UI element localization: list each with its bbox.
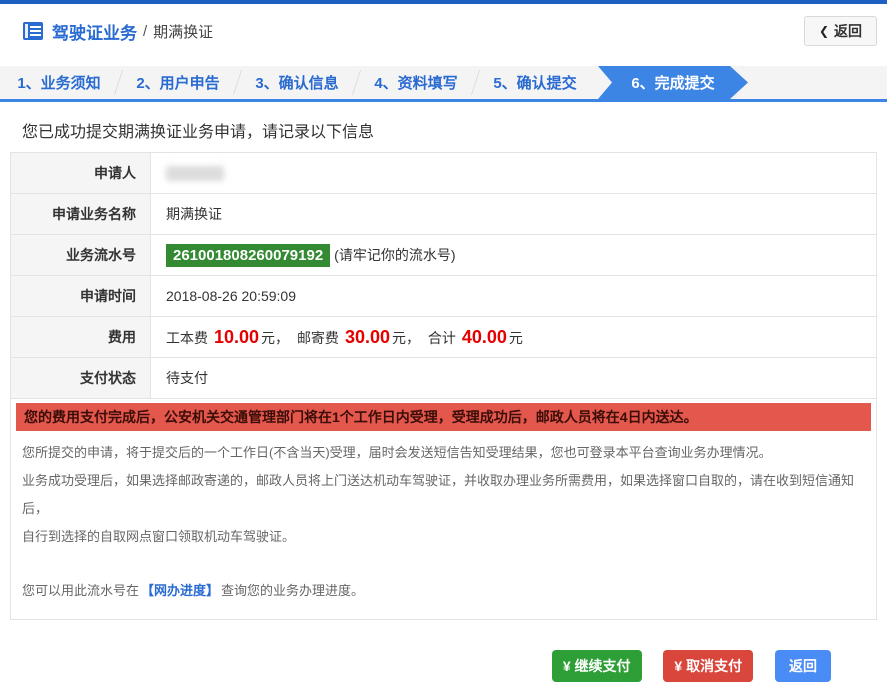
- table-row-serial-number: 业务流水号 261001808260079192 (请牢记你的流水号): [10, 234, 877, 276]
- fee-value: 工本费 10.00 元， 邮寄费 30.00 元， 合计 40.00 元: [150, 316, 877, 358]
- step-2-user-declaration: 2、用户申告: [136, 75, 220, 92]
- notice-paragraph-1: 您所提交的申请，将于提交后的一个工作日(不含当天)受理，届时会发送短信告知受理结…: [22, 445, 772, 460]
- row-label: 支付状态: [10, 357, 151, 399]
- main-content: 您已成功提交期满换证业务申请，请记录以下信息 申请人 申请业务名称 期满换证 业…: [0, 118, 887, 682]
- back-button[interactable]: ❮ 返回: [803, 16, 877, 46]
- info-table: 申请人 申请业务名称 期满换证 业务流水号 261001808260079192…: [10, 152, 877, 399]
- breadcrumb: 驾驶证业务 / 期满换证: [22, 19, 213, 44]
- fee-unit: 元: [508, 329, 523, 346]
- notice-panel: 您的费用支付完成后，公安机关交通管理部门将在1个工作日内受理，受理成功后，邮政人…: [10, 399, 877, 620]
- page-header: 驾驶证业务 / 期满换证 ❮ 返回: [0, 4, 887, 58]
- serial-number-hint: (请牢记你的流水号): [334, 246, 456, 263]
- back-button-label: 返回: [834, 23, 862, 39]
- notice-paragraph-2: 业务成功受理后，如果选择邮政寄递的，邮政人员将上门送达机动车驾驶证，并收取办理业…: [22, 473, 855, 516]
- step-5-confirm-submit: 5、确认提交: [493, 75, 577, 92]
- fee-unit: 元，: [261, 329, 290, 346]
- continue-pay-button[interactable]: ¥ 继续支付: [551, 650, 642, 682]
- row-value: [150, 152, 877, 194]
- return-button[interactable]: 返回: [775, 650, 831, 682]
- redacted-applicant-name: [166, 166, 224, 182]
- step-1-business-notice: 1、业务须知: [17, 75, 101, 92]
- fee-unit: 元，: [391, 329, 420, 346]
- fee-total-amount: 40.00: [461, 326, 507, 347]
- progress-hint-line: 您可以用此流水号在 【网办进度】 查询您的业务办理进度。: [16, 577, 871, 605]
- row-label: 申请时间: [10, 275, 151, 317]
- row-value: 2018-08-26 20:59:09: [150, 275, 877, 317]
- row-value: 期满换证: [150, 193, 877, 235]
- breadcrumb-separator: /: [143, 22, 148, 40]
- row-label: 业务流水号: [10, 234, 151, 276]
- progress-link[interactable]: 【网办进度】: [141, 583, 219, 598]
- fee-amount: 10.00: [214, 326, 260, 347]
- table-row-applicant: 申请人: [10, 152, 877, 194]
- progress-hint-prefix: 您可以用此流水号在: [22, 583, 140, 598]
- step-6-complete-active: 6、完成提交: [598, 66, 748, 99]
- chevron-left-icon: ❮: [818, 24, 829, 38]
- fee-total-label: 合计: [427, 329, 456, 346]
- row-label: 费用: [10, 316, 151, 358]
- step-3-confirm-info: 3、确认信息: [255, 75, 339, 92]
- cancel-pay-button[interactable]: ¥ 取消支付: [663, 650, 754, 682]
- table-row-fee: 费用 工本费 10.00 元， 邮寄费 30.00 元， 合计 40.00 元: [10, 316, 877, 358]
- step-nav: 1、业务须知 2、用户申告 3、确认信息 4、资料填写 5、确认提交 6、完成提…: [0, 66, 887, 102]
- row-value: 261001808260079192 (请牢记你的流水号): [150, 234, 877, 276]
- serial-number-badge: 261001808260079192: [166, 243, 331, 267]
- table-row-apply-time: 申请时间 2018-08-26 20:59:09: [10, 275, 877, 317]
- fee-amount: 30.00: [344, 326, 390, 347]
- breadcrumb-section[interactable]: 驾驶证业务: [52, 19, 137, 44]
- pay-status-value: 待支付: [150, 357, 877, 399]
- row-label: 申请人: [10, 152, 151, 194]
- fee-item-label: 工本费: [166, 329, 208, 346]
- success-message: 您已成功提交期满换证业务申请，请记录以下信息: [22, 124, 375, 141]
- row-label: 申请业务名称: [10, 193, 151, 235]
- table-row-business-name: 申请业务名称 期满换证: [10, 193, 877, 235]
- breadcrumb-current: 期满换证: [153, 23, 214, 41]
- fee-item-label: 邮寄费: [296, 329, 339, 346]
- action-bar: ¥ 继续支付 ¥ 取消支付 返回: [10, 650, 877, 682]
- notice-paragraph-3: 自行到选择的自取网点窗口领取机动车驾驶证。: [22, 529, 296, 544]
- table-row-pay-status: 支付状态 待支付: [10, 357, 877, 399]
- document-list-icon: [22, 21, 44, 41]
- progress-hint-suffix: 查询您的业务办理进度。: [221, 583, 365, 598]
- warning-banner: 您的费用支付完成后，公安机关交通管理部门将在1个工作日内受理，受理成功后，邮政人…: [16, 403, 871, 431]
- step-4-fill-data: 4、资料填写: [374, 75, 458, 92]
